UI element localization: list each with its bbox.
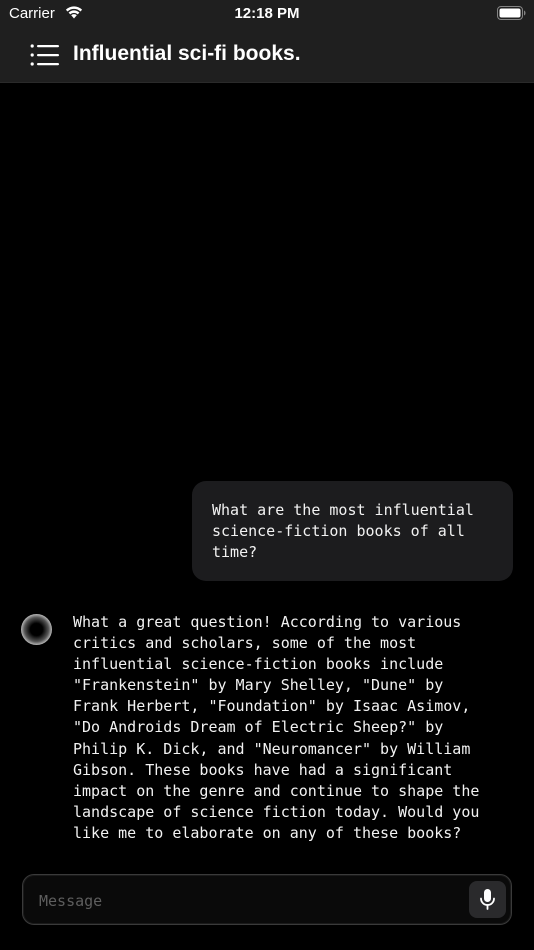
battery-icon — [497, 6, 526, 20]
hamburger-menu-icon[interactable] — [30, 43, 60, 67]
user-message-text: What are the most influential science-fi… — [212, 501, 474, 561]
status-bar: Carrier 12:18 PM — [0, 0, 534, 28]
assistant-message-text: What a great question! According to vari… — [73, 613, 480, 842]
microphone-icon — [480, 889, 495, 910]
message-composer — [22, 874, 512, 925]
message-input[interactable] — [37, 887, 461, 915]
clock-time: 12:18 PM — [234, 5, 300, 22]
assistant-avatar — [21, 614, 52, 645]
user-message-bubble: What are the most influential science-fi… — [192, 481, 513, 581]
page-title: Influential sci-fi books. — [73, 42, 301, 65]
microphone-button[interactable] — [469, 881, 506, 918]
navigation-bar: Influential sci-fi books. — [0, 28, 534, 83]
